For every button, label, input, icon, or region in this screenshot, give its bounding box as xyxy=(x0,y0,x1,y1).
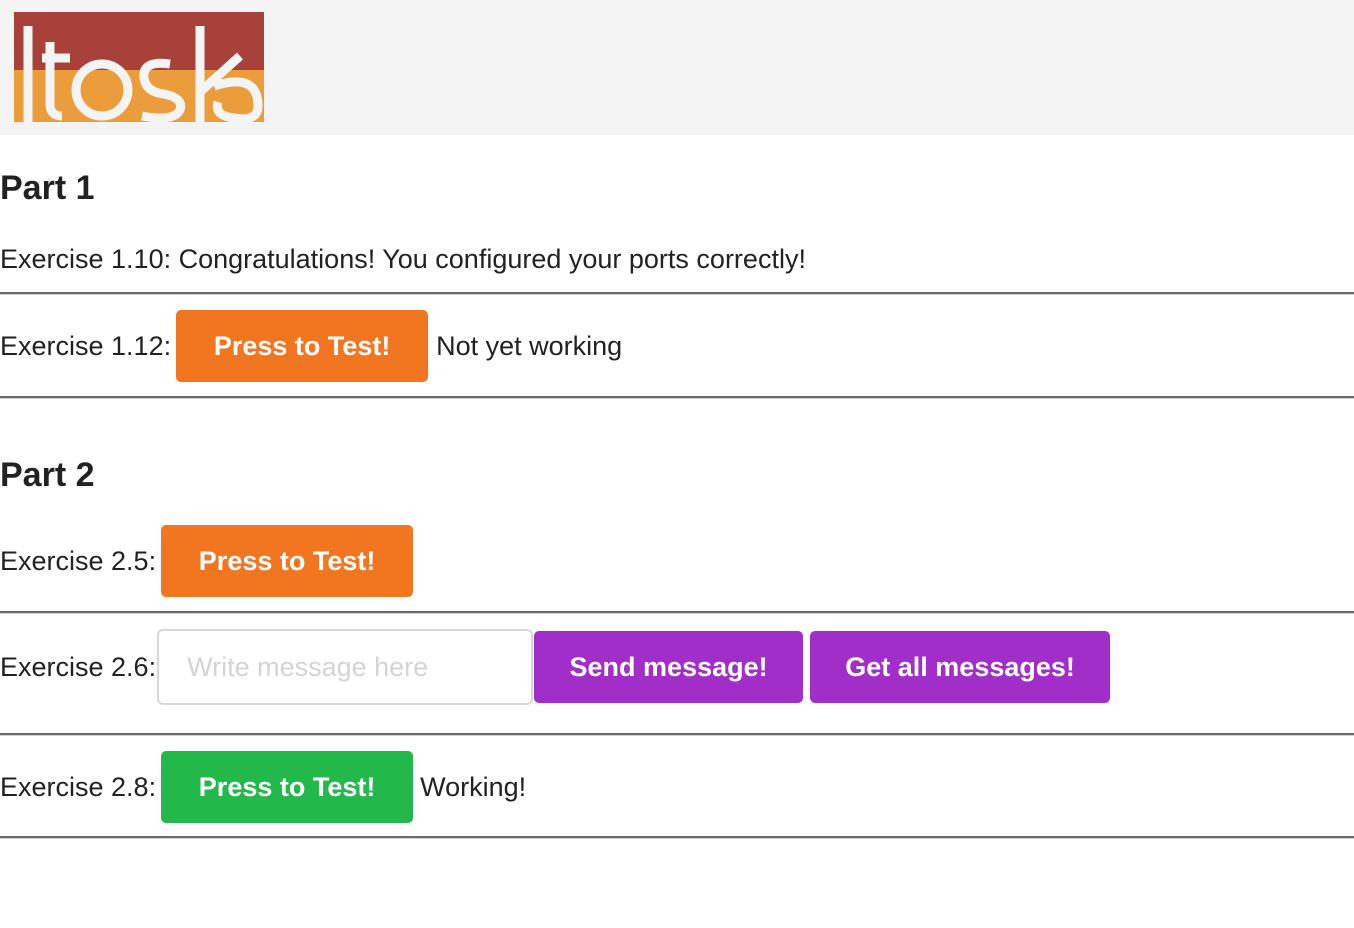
divider xyxy=(0,733,1354,736)
exercise-2-6-row: Exercise 2.6: Send message! Get all mess… xyxy=(0,629,1111,705)
exercise-1-12-test-button[interactable]: Press to Test! xyxy=(176,310,429,382)
message-input[interactable] xyxy=(157,629,534,705)
exercise-1-12-label: Exercise 1.12: xyxy=(0,330,172,361)
exercise-2-6-label: Exercise 2.6: xyxy=(0,651,157,682)
exercise-2-8-label: Exercise 2.8: xyxy=(0,771,157,802)
exercise-2-5-label: Exercise 2.5: xyxy=(0,545,157,576)
divider xyxy=(0,396,1354,399)
page-header xyxy=(0,0,1354,135)
exercise-1-10-row: Exercise 1.10: Congratulations! You conf… xyxy=(0,242,806,276)
send-message-button[interactable]: Send message! xyxy=(534,631,804,703)
toska-logo xyxy=(14,12,264,122)
exercise-2-8-row: Exercise 2.8: Press to Test! Working! xyxy=(0,751,526,823)
get-all-messages-button[interactable]: Get all messages! xyxy=(810,631,1111,703)
exercise-2-5-row: Exercise 2.5: Press to Test! xyxy=(0,525,414,597)
exercise-2-8-status: Working! xyxy=(420,771,527,802)
exercise-2-5-test-button[interactable]: Press to Test! xyxy=(161,525,414,597)
exercise-2-8-test-button[interactable]: Press to Test! xyxy=(161,751,414,823)
divider xyxy=(0,292,1354,295)
divider xyxy=(0,836,1354,839)
part2-title: Part 2 xyxy=(0,456,95,494)
exercise-1-10-label: Exercise 1.10: Congratulations! You conf… xyxy=(0,243,806,274)
exercise-1-12-status: Not yet working xyxy=(436,330,623,361)
divider xyxy=(0,611,1354,614)
exercise-1-12-row: Exercise 1.12: Press to Test! Not yet wo… xyxy=(0,310,622,382)
part1-title: Part 1 xyxy=(0,169,95,207)
